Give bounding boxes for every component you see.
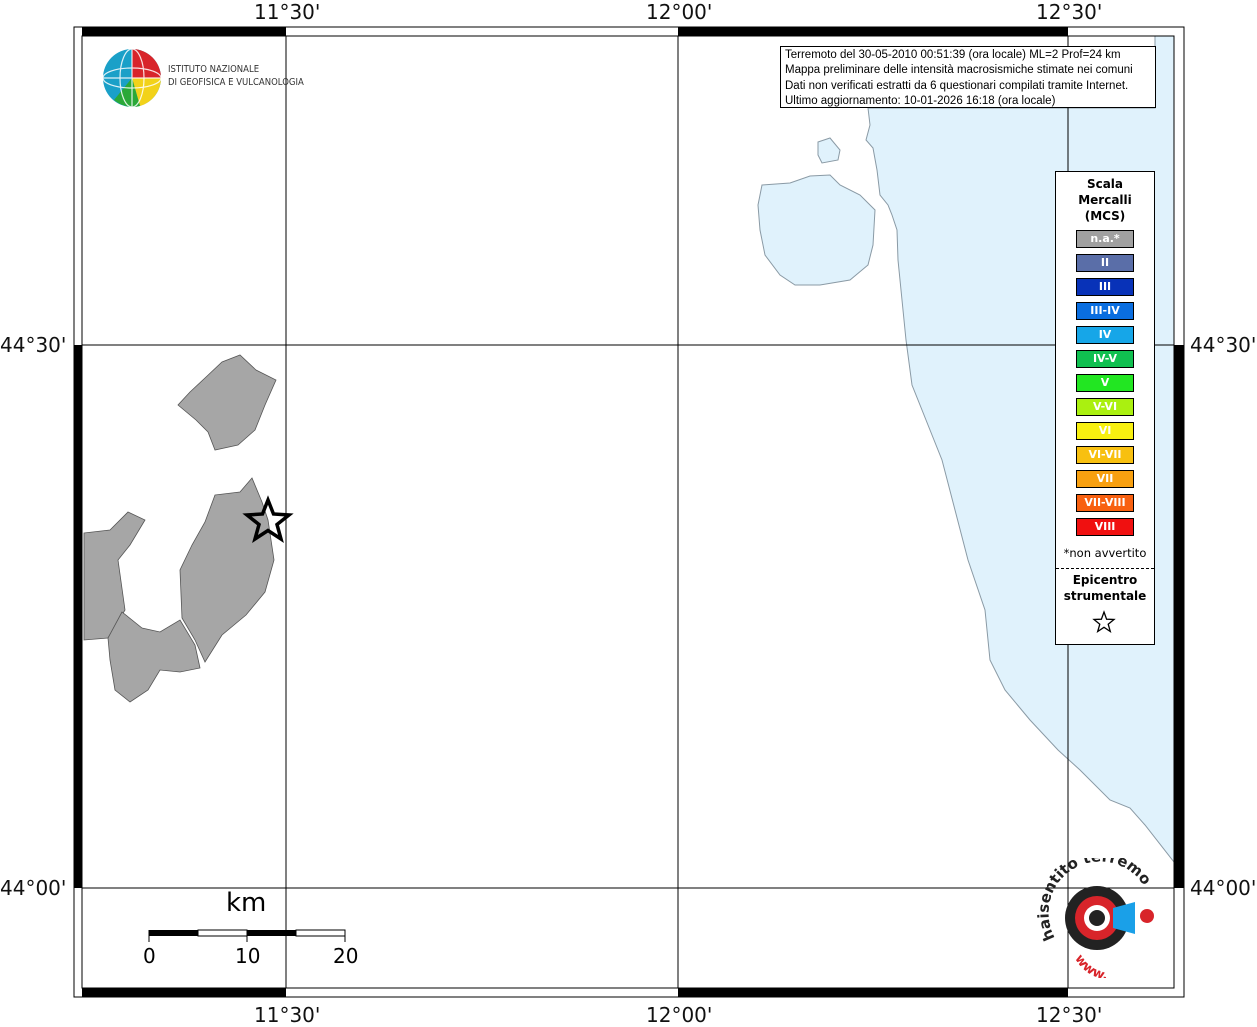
event-info-box: Terremoto del 30-05-2010 00:51:39 (ora l…	[780, 46, 1156, 108]
scale-tick-0: 0	[143, 944, 156, 968]
scale-title: km	[226, 888, 267, 918]
municipality-north	[177, 354, 277, 451]
scale-bar	[148, 929, 346, 942]
event-info-line: Terremoto del 30-05-2010 00:51:39 (ora l…	[785, 49, 1121, 61]
bottom-lon-label-1230: 12°30'	[1036, 1003, 1103, 1027]
municipality-central	[179, 477, 275, 663]
right-lat-label-4430: 44°30'	[1190, 333, 1257, 357]
legend-item: III	[1076, 278, 1134, 296]
legend-note: *non avvertito	[1063, 546, 1147, 560]
legend-item: II	[1076, 254, 1134, 272]
legend-epicenter-label: Epicentro strumentale	[1063, 573, 1147, 603]
legend-item: III-IV	[1076, 302, 1134, 320]
legend-item: IV	[1076, 326, 1134, 344]
lagoon	[757, 174, 876, 286]
legend-item: V-VI	[1076, 398, 1134, 416]
legend-title: Scala Mercalli (MCS)	[1078, 177, 1132, 223]
top-lon-label-1200: 12°00'	[646, 0, 713, 24]
bottom-lon-label-1200: 12°00'	[646, 1003, 713, 1027]
haisentito-logo-icon: haisentito terremoto.it www.	[1035, 858, 1155, 978]
legend-item: VI-VII	[1076, 446, 1134, 464]
bottom-lon-label-1130: 11°30'	[254, 1003, 321, 1027]
legend-item: VIII	[1076, 518, 1134, 536]
legend-item: VI	[1076, 422, 1134, 440]
left-lat-label-4400: 44°00'	[0, 876, 67, 900]
top-lon-label-1230: 12°30'	[1036, 0, 1103, 24]
scale-tick-10: 10	[235, 944, 261, 968]
legend-divider	[1056, 568, 1154, 569]
municipality-west	[83, 511, 146, 641]
legend-item: V	[1076, 374, 1134, 392]
mcs-legend: Scala Mercalli (MCS) n.a.* II III III-IV IV I…	[1055, 171, 1155, 645]
legend-item: IV-V	[1076, 350, 1134, 368]
left-lat-label-4430: 44°30'	[0, 333, 67, 357]
svg-text:www.: www.	[1071, 952, 1108, 978]
event-info-line: Dati non verificati estratti da 6 questi…	[785, 79, 1129, 92]
event-info-line: Mappa preliminare delle intensità macros…	[785, 64, 1133, 77]
top-lon-label-1130: 11°30'	[254, 0, 321, 24]
lagoon-islet	[817, 137, 841, 164]
event-info-line: Ultimo aggiornamento: 10-01-2026 16:18 (…	[785, 94, 1056, 107]
legend-item: VII	[1076, 470, 1134, 488]
legend-star-icon	[1092, 610, 1116, 634]
ingv-globe-icon	[102, 48, 162, 108]
legend-item: n.a.*	[1076, 230, 1134, 248]
scale-tick-20: 20	[333, 944, 359, 968]
legend-item: VII-VIII	[1076, 494, 1134, 512]
right-lat-label-4400: 44°00'	[1190, 876, 1257, 900]
ingv-name: ISTITUTO NAZIONALE DI GEOFISICA E VULCAN…	[168, 64, 304, 88]
